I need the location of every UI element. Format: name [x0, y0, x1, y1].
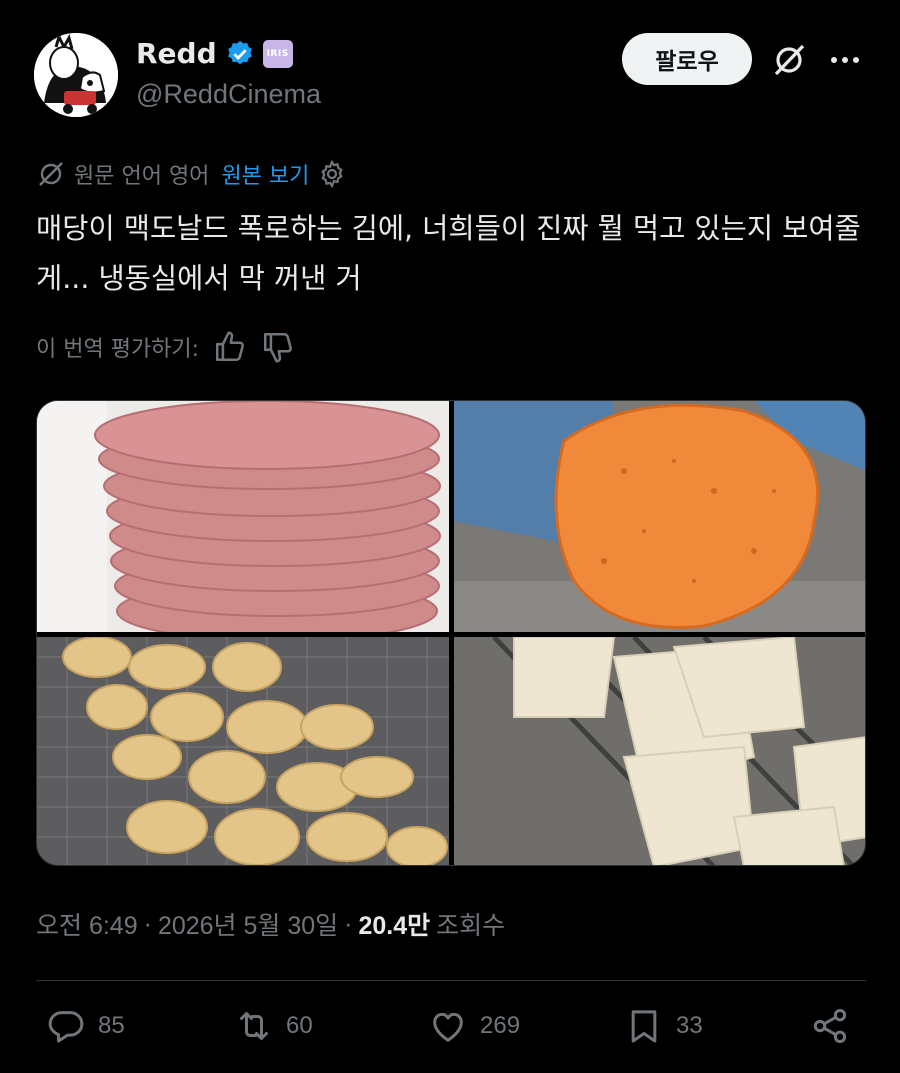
rate-translation: 이 번역 평가하기:: [36, 330, 295, 364]
more-icon[interactable]: [826, 45, 864, 75]
reply-count: 85: [98, 1012, 125, 1039]
display-name[interactable]: Redd: [136, 37, 217, 70]
photo-breaded-patty[interactable]: [454, 401, 865, 632]
tweet-date[interactable]: 2026년 5월 30일: [158, 906, 338, 942]
name-row: Redd IRIS: [136, 37, 293, 70]
thumbs-down-icon[interactable]: [261, 330, 295, 364]
separator-dot: ·: [143, 909, 152, 938]
tweet-time[interactable]: 오전 6:49: [36, 906, 138, 942]
heart-icon: [433, 1012, 463, 1042]
tweet-meta: 오전 6:49 · 2026년 5월 30일 · 20.4만 조회수: [36, 906, 505, 942]
translation-meta: 원문 언어 영어: [74, 164, 210, 189]
avatar[interactable]: [34, 33, 118, 117]
like-count: 269: [480, 1012, 521, 1039]
reply-icon: [48, 1011, 84, 1043]
media-grid[interactable]: [36, 400, 866, 866]
photo-fish-blocks[interactable]: [454, 637, 865, 865]
repost-icon: [240, 1012, 268, 1040]
repost-button[interactable]: 60: [234, 1006, 313, 1046]
verified-icon: [227, 40, 252, 64]
view-count-label: 조회수: [436, 912, 506, 940]
action-bar: 85 60 269 33: [36, 1006, 866, 1056]
follow-button[interactable]: 팔로우: [622, 33, 752, 85]
divider: [36, 980, 866, 981]
photo-nuggets-basket[interactable]: [37, 637, 449, 865]
share-button[interactable]: [810, 1006, 850, 1046]
share-icon: [813, 1009, 847, 1043]
repost-count: 60: [286, 1012, 313, 1039]
grok-icon[interactable]: [770, 41, 808, 79]
tweet-text: 매당이 맥도날드 폭로하는 김에, 너희들이 진짜 뭘 먹고 있는지 보여줄게.…: [36, 212, 861, 295]
photo-frozen-patties[interactable]: [37, 401, 449, 632]
bookmark-button[interactable]: 33: [624, 1006, 703, 1046]
grok-icon: [39, 162, 63, 186]
rate-label: 이 번역 평가하기:: [36, 337, 200, 362]
translation-info: 원문 언어 영어 원본 보기: [36, 158, 347, 190]
bookmark-icon: [631, 1010, 657, 1043]
handle[interactable]: @ReddCinema: [136, 79, 321, 110]
like-button[interactable]: 269: [428, 1006, 520, 1046]
affiliate-badge[interactable]: IRIS: [262, 39, 293, 68]
gear-icon[interactable]: [317, 159, 347, 189]
thumbs-up-icon[interactable]: [213, 330, 247, 364]
bookmark-count: 33: [676, 1012, 703, 1039]
tweet-header: Redd IRIS @ReddCinema 팔로우: [34, 33, 866, 119]
avatar-illustration: [34, 33, 118, 117]
view-count: 20.4만: [358, 912, 431, 940]
separator-dot: ·: [344, 909, 353, 938]
show-original-link[interactable]: 원본 보기: [221, 158, 309, 190]
reply-button[interactable]: 85: [46, 1006, 125, 1046]
